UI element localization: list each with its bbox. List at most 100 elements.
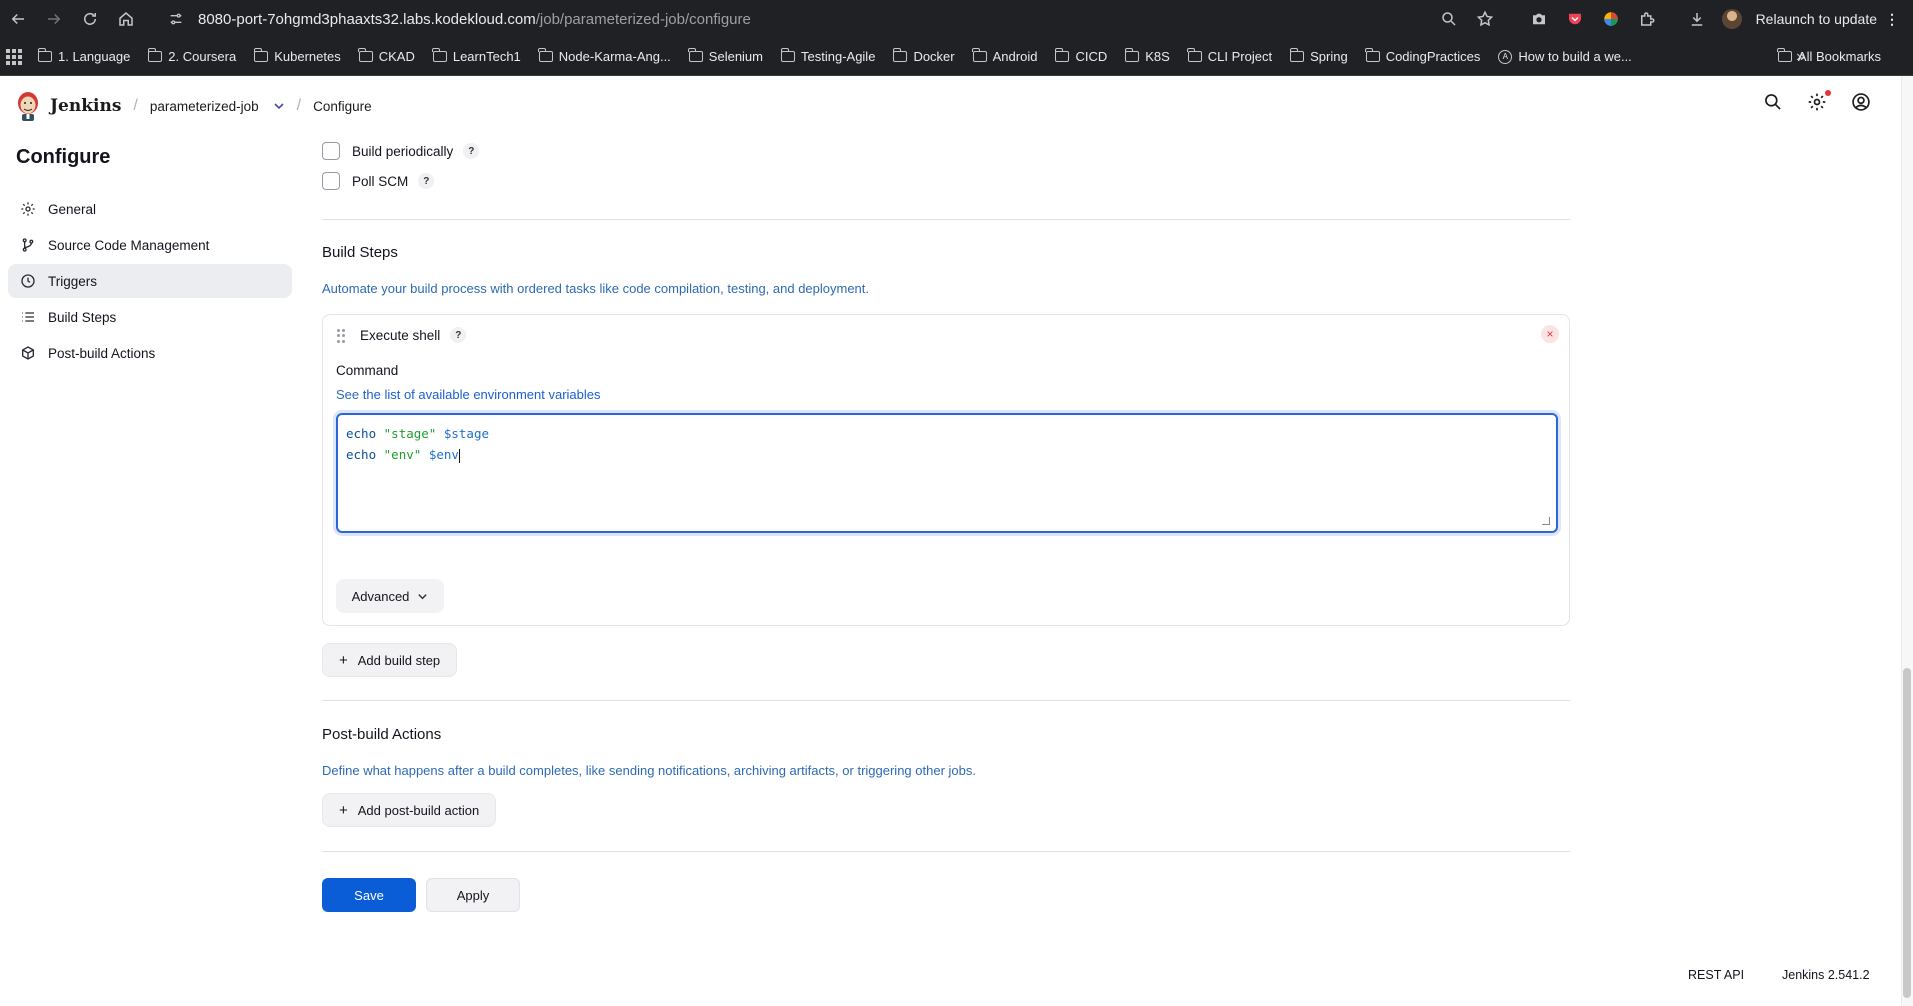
add-post-build-action-button[interactable]: + Add post-build action bbox=[322, 793, 497, 827]
chevron-down-icon[interactable] bbox=[273, 100, 285, 112]
sidebar-item-source-code-management[interactable]: Source Code Management bbox=[8, 228, 292, 262]
sidebar-nav: General Source Code Management Triggers … bbox=[8, 192, 292, 372]
branch-icon bbox=[20, 237, 36, 253]
folder-icon bbox=[1777, 48, 1792, 62]
see-prefix: See bbox=[336, 387, 360, 402]
sidebar-item-triggers[interactable]: Triggers bbox=[8, 264, 292, 298]
save-button[interactable]: Save bbox=[322, 878, 416, 912]
home-icon[interactable] bbox=[108, 0, 144, 38]
build-periodically-row: Build periodically ? bbox=[322, 136, 1570, 166]
site-settings-icon[interactable] bbox=[166, 9, 186, 29]
rest-api-link[interactable]: REST API bbox=[1688, 968, 1744, 982]
search-icon[interactable] bbox=[1763, 92, 1785, 114]
bookmark-folder[interactable]: CICD bbox=[1054, 48, 1107, 64]
address-bar[interactable]: 8080-port-7ohgmd3phaaxts32.labs.kodeklou… bbox=[150, 4, 1490, 34]
bookmark-folder[interactable]: Android bbox=[972, 48, 1037, 64]
close-icon[interactable]: × bbox=[1541, 325, 1559, 343]
sidebar-item-label: Post-build Actions bbox=[48, 345, 156, 361]
env-vars-link[interactable]: the list of available environment variab… bbox=[363, 387, 601, 402]
all-bookmarks[interactable]: All Bookmarks bbox=[1777, 48, 1881, 64]
sidebar-item-post-build-actions[interactable]: Post-build Actions bbox=[8, 336, 292, 370]
bookmark-star-icon[interactable] bbox=[1474, 8, 1496, 30]
step-title: Execute shell bbox=[360, 327, 441, 343]
bookmark-folder[interactable]: CKAD bbox=[358, 48, 415, 64]
jenkins-version[interactable]: Jenkins 2.541.2 bbox=[1782, 968, 1870, 982]
folder-icon bbox=[1365, 48, 1380, 62]
user-account-icon[interactable] bbox=[1851, 92, 1873, 114]
section-divider bbox=[322, 219, 1570, 220]
command-textarea[interactable]: echo "stage" $stage echo "env" $env bbox=[336, 413, 1558, 533]
bookmark-folder[interactable]: 2. Coursera bbox=[147, 48, 236, 64]
color-extension-icon[interactable] bbox=[1600, 8, 1622, 30]
bookmark-folder[interactable]: LearnTech1 bbox=[432, 48, 521, 64]
apps-grid-icon[interactable] bbox=[6, 48, 22, 65]
help-icon[interactable]: ? bbox=[463, 143, 480, 159]
jenkins-brand[interactable]: Jenkins bbox=[50, 96, 121, 116]
relaunch-label: Relaunch to update bbox=[1755, 11, 1877, 27]
build-steps-description: Automate your build process with ordered… bbox=[322, 281, 870, 296]
poll-scm-checkbox[interactable] bbox=[322, 172, 340, 190]
bookmark-folder[interactable]: K8S bbox=[1124, 48, 1170, 64]
bookmark-folder[interactable]: Kubernetes bbox=[253, 48, 341, 64]
bookmark-folder[interactable]: CodingPractices bbox=[1365, 48, 1480, 64]
execute-shell-step: Execute shell ? × Command See the list o… bbox=[322, 314, 1570, 626]
zoom-icon[interactable] bbox=[1438, 8, 1460, 30]
page-scrollbar[interactable] bbox=[1901, 76, 1913, 1006]
section-divider bbox=[322, 700, 1570, 701]
reload-icon[interactable] bbox=[72, 0, 108, 38]
bookmark-folder[interactable]: Docker bbox=[892, 48, 955, 64]
bookmark-folder[interactable]: CLI Project bbox=[1187, 48, 1272, 64]
kebab-menu-icon[interactable]: ⋮ bbox=[1885, 11, 1899, 28]
breadcrumb-configure: Configure bbox=[313, 98, 372, 114]
help-icon[interactable]: ? bbox=[418, 173, 435, 189]
bookmark-folder[interactable]: Selenium bbox=[688, 48, 763, 64]
download-icon[interactable] bbox=[1686, 8, 1708, 30]
plus-icon: + bbox=[339, 651, 348, 669]
relaunch-button[interactable]: Relaunch to update ⋮ bbox=[1756, 11, 1899, 28]
build-periodically-label[interactable]: Build periodically bbox=[352, 144, 453, 159]
folder-icon bbox=[147, 48, 163, 62]
sidebar-item-label: Source Code Management bbox=[48, 237, 210, 253]
bookmark-folder[interactable]: Testing-Agile bbox=[780, 48, 875, 64]
forward-icon[interactable] bbox=[36, 0, 72, 38]
folder-icon bbox=[1289, 48, 1305, 62]
code-line: echo "stage" $stage bbox=[346, 426, 490, 441]
notification-dot bbox=[1825, 90, 1831, 96]
folder-icon bbox=[780, 48, 795, 62]
post-build-title: Post-build Actions bbox=[322, 726, 442, 743]
scrollbar-thumb[interactable] bbox=[1903, 668, 1911, 998]
folder-icon bbox=[972, 48, 987, 62]
bookmark-folder[interactable]: Spring bbox=[1289, 48, 1348, 64]
text-caret bbox=[458, 448, 460, 463]
poll-scm-label[interactable]: Poll SCM bbox=[352, 174, 408, 189]
folder-icon bbox=[37, 48, 52, 62]
manage-gear-icon[interactable] bbox=[1807, 90, 1831, 114]
jenkins-logo-icon[interactable] bbox=[14, 90, 42, 122]
url-host: 8080-port-7ohgmd3phaaxts32.labs.kodeklou… bbox=[198, 10, 536, 28]
build-periodically-checkbox[interactable] bbox=[322, 142, 340, 160]
post-build-description: Define what happens after a build comple… bbox=[322, 763, 976, 778]
advanced-label: Advanced bbox=[351, 588, 410, 604]
bookmark-folder[interactable]: Node-Karma-Ang... bbox=[538, 48, 671, 64]
extensions-puzzle-icon[interactable] bbox=[1636, 8, 1658, 30]
sidebar-item-build-steps[interactable]: Build Steps bbox=[8, 300, 292, 334]
sidebar-item-label: Build Steps bbox=[48, 309, 117, 325]
advanced-button[interactable]: Advanced bbox=[336, 579, 444, 613]
camera-extension-icon[interactable] bbox=[1528, 8, 1550, 30]
drag-handle-icon[interactable] bbox=[337, 329, 345, 343]
env-vars-hint: See the list of available environment va… bbox=[336, 387, 601, 402]
pocket-icon[interactable] bbox=[1564, 8, 1586, 30]
sidebar-item-general[interactable]: General bbox=[8, 192, 292, 226]
profile-avatar[interactable] bbox=[1721, 9, 1742, 29]
section-divider bbox=[322, 851, 1570, 852]
add-build-step-button[interactable]: + Add build step bbox=[322, 643, 458, 677]
apply-button[interactable]: Apply bbox=[426, 878, 520, 912]
gear-icon bbox=[20, 201, 36, 217]
help-icon[interactable]: ? bbox=[450, 327, 467, 343]
breadcrumb-job[interactable]: parameterized-job bbox=[150, 99, 259, 114]
bookmark-link[interactable]: A How to build a we... bbox=[1498, 49, 1632, 64]
folder-icon bbox=[432, 48, 447, 62]
back-icon[interactable] bbox=[0, 0, 36, 38]
bookmark-folder[interactable]: 1. Language bbox=[37, 48, 130, 64]
resize-handle-icon[interactable] bbox=[1542, 517, 1550, 525]
